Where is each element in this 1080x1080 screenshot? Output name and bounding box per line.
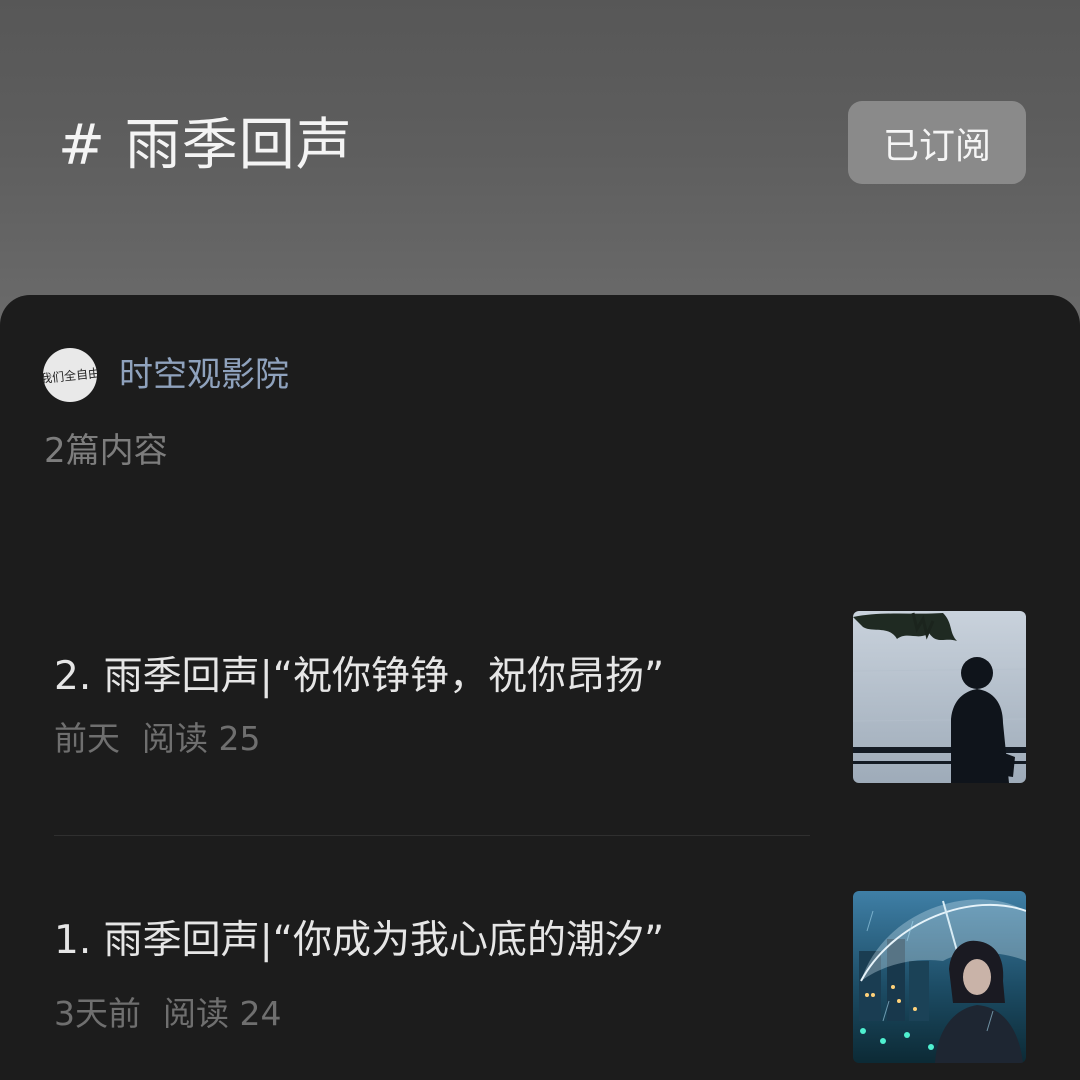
article-thumbnail[interactable] — [853, 891, 1026, 1063]
topic-header: # 雨季回声 已订阅 — [0, 0, 1080, 330]
article-thumbnail[interactable] — [853, 611, 1026, 783]
content-count: 2篇内容 — [44, 431, 168, 471]
girl-with-umbrella-thumbnail-icon — [853, 891, 1026, 1063]
subscribed-button[interactable]: 已订阅 — [848, 101, 1026, 184]
author-row[interactable]: 我们全自由 时空观影院 — [43, 347, 289, 403]
article-reads: 阅读 24 — [163, 994, 282, 1033]
article-item[interactable]: 2. 雨季回声|“祝你铮铮，祝你昂扬” 前天 阅读 25 — [54, 611, 1026, 785]
author-name[interactable]: 时空观影院 — [119, 347, 289, 403]
content-panel: 我们全自由 时空观影院 2篇内容 2. 雨季回声|“祝你铮铮，祝你昂扬” 前天 … — [0, 295, 1080, 1080]
article-reads: 阅读 25 — [142, 719, 261, 758]
avatar[interactable]: 我们全自由 — [43, 348, 97, 402]
article-meta: 前天 阅读 25 — [54, 717, 260, 761]
topic-title: # 雨季回声 — [58, 113, 353, 178]
article-title[interactable]: 1. 雨季回声|“你成为我心底的潮汐” — [54, 915, 664, 967]
article-time: 3天前 — [54, 994, 141, 1033]
girl-by-water-thumbnail-icon — [853, 611, 1026, 783]
article-item[interactable]: 1. 雨季回声|“你成为我心底的潮汐” 3天前 阅读 24 — [54, 891, 1026, 1065]
article-title[interactable]: 2. 雨季回声|“祝你铮铮，祝你昂扬” — [54, 651, 664, 703]
article-meta: 3天前 阅读 24 — [54, 992, 281, 1036]
avatar-logo-text: 我们全自由 — [43, 365, 97, 386]
article-divider — [54, 835, 810, 836]
article-time: 前天 — [54, 719, 120, 758]
